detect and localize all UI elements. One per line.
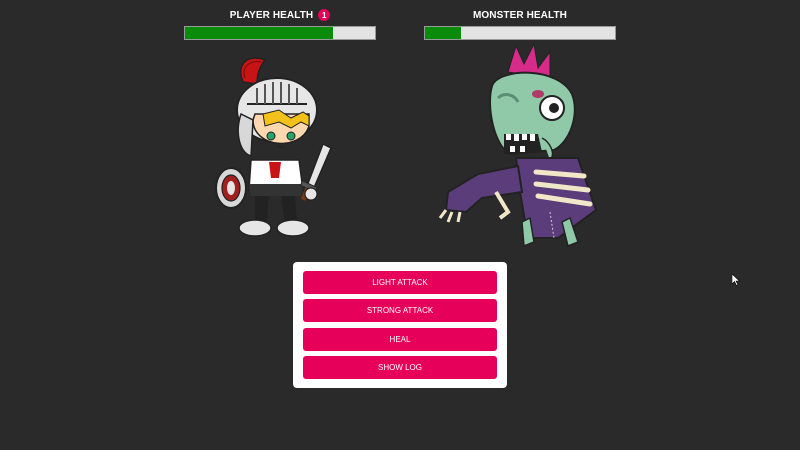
zombie-icon [438, 42, 598, 247]
action-panel: LIGHT ATTACK STRONG ATTACK HEAL SHOW LOG [293, 262, 507, 388]
player-health-section: PLAYER HEALTH 1 [184, 8, 376, 40]
player-level-badge: 1 [318, 9, 331, 21]
monster-health-section: MONSTER HEALTH [424, 8, 616, 40]
show-log-button[interactable]: SHOW LOG [303, 356, 497, 379]
monster-health-bar [424, 26, 616, 40]
strong-attack-button[interactable]: STRONG ATTACK [303, 299, 497, 322]
light-attack-button[interactable]: LIGHT ATTACK [303, 271, 497, 294]
cursor-icon [732, 274, 740, 286]
game-stage: PLAYER HEALTH 1 MONSTER HEALTH LIGHT ATT… [0, 0, 800, 450]
monster-health-header: MONSTER HEALTH [424, 8, 616, 22]
player-health-fill [185, 27, 334, 39]
player-health-bar [184, 26, 376, 40]
player-health-label: PLAYER HEALTH [229, 9, 314, 21]
monster-health-fill [425, 27, 462, 39]
player-health-header: PLAYER HEALTH 1 [184, 8, 376, 22]
knight-icon [215, 57, 332, 237]
heal-button[interactable]: HEAL [303, 328, 497, 351]
monster-health-label: MONSTER HEALTH [473, 9, 567, 21]
